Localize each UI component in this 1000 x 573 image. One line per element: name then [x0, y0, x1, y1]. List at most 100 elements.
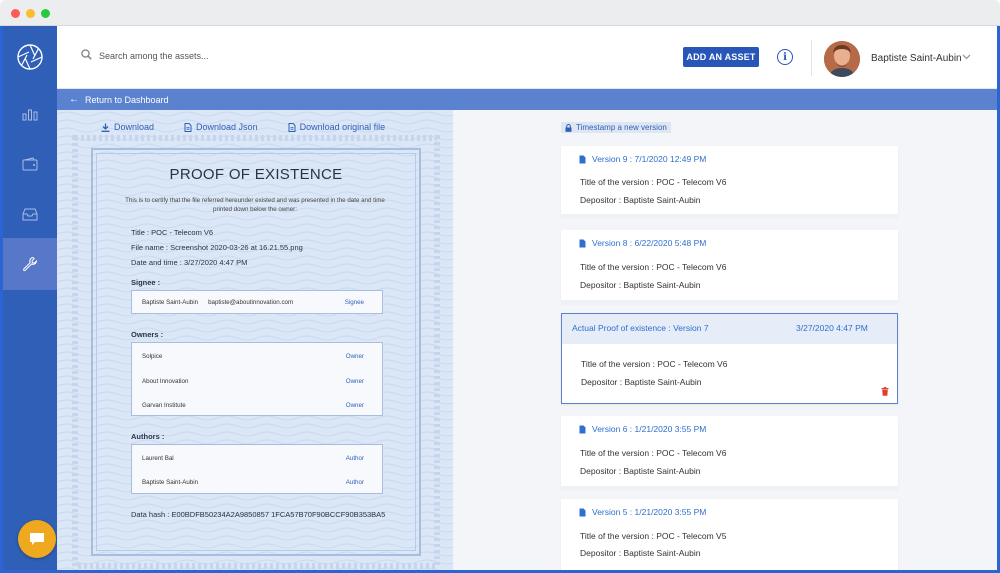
owner-name: Garvan Institute [142, 402, 186, 409]
list-item: Garvan Institute Owner [142, 402, 364, 409]
owner-name: Solpice [142, 353, 162, 360]
version-header: Version 5 : 1/21/2020 3:55 PM [579, 507, 706, 517]
owners-box: Solpice Owner About Innovation Owner Gar… [131, 342, 383, 416]
version-header: Version 6 : 1/21/2020 3:55 PM [579, 424, 706, 434]
list-item: Solpice Owner [142, 353, 364, 360]
author-name: Laurent Bal [142, 455, 174, 462]
sidebar-item-analytics[interactable] [3, 88, 57, 140]
version-depositor: Depositor : Baptiste Saint-Aubin [580, 548, 700, 558]
list-item: Laurent Bal Author [142, 455, 364, 462]
chat-button[interactable] [18, 520, 56, 558]
owner-role: Owner [346, 378, 364, 385]
document-icon [579, 155, 586, 164]
version-label: Version 5 : 1/21/2020 3:55 PM [592, 507, 706, 517]
certificate-title: PROOF OF EXISTENCE [93, 166, 419, 183]
owner-name: About Innovation [142, 378, 188, 385]
wrench-icon [22, 256, 38, 272]
certificate: PROOF OF EXISTENCE This is to certify th… [91, 148, 421, 556]
version-label: Version 6 : 1/21/2020 3:55 PM [592, 424, 706, 434]
timestamp-label: Timestamp a new version [576, 123, 667, 132]
authors-label: Authors : [131, 432, 164, 441]
search-input[interactable] [99, 47, 399, 65]
info-icon[interactable]: i [777, 49, 793, 65]
download-icon [101, 123, 110, 132]
signee-label: Signee : [131, 278, 160, 287]
version-depositor: Depositor : Baptiste Saint-Aubin [581, 377, 701, 387]
owners-label: Owners : [131, 330, 163, 339]
window-titlebar [0, 0, 1000, 26]
sidebar-item-inbox[interactable] [3, 188, 57, 240]
document-icon [184, 123, 192, 132]
card-separator [561, 486, 898, 491]
version-depositor: Depositor : Baptiste Saint-Aubin [580, 280, 700, 290]
current-version-card[interactable]: Actual Proof of existence : Version 7 3/… [561, 313, 898, 404]
search-icon [81, 49, 92, 60]
return-to-dashboard-link[interactable]: ← Return to Dashboard [57, 89, 997, 110]
download-original-label: Download original file [300, 122, 386, 132]
top-header: ADD AN ASSET i Baptiste Saint-Aubin [57, 26, 997, 89]
list-item: Baptiste Saint-Aubin Author [142, 479, 364, 486]
version-card[interactable]: Version 9 : 7/1/2020 12:49 PM Title of t… [561, 146, 898, 214]
avatar[interactable] [824, 41, 860, 77]
version-header: Version 9 : 7/1/2020 12:49 PM [579, 154, 706, 164]
document-icon [579, 239, 586, 248]
document-icon [579, 425, 586, 434]
signee-box: Baptiste Saint-Aubin baptiste@aboutinnov… [131, 290, 383, 314]
certificate-intro: This is to certify that the file referre… [123, 196, 387, 214]
cert-title-field: Title : POC - Telecom V6 [131, 228, 213, 237]
version-depositor: Depositor : Baptiste Saint-Aubin [580, 466, 700, 476]
add-asset-button[interactable]: ADD AN ASSET [683, 47, 759, 67]
download-original-link[interactable]: Download original file [288, 122, 386, 132]
version-title: Title of the version : POC - Telecom V6 [580, 448, 726, 458]
current-version-label: Actual Proof of existence : Version 7 [572, 323, 709, 333]
current-version-date: 3/27/2020 4:47 PM [796, 323, 868, 333]
download-json-link[interactable]: Download Json [184, 122, 258, 132]
return-label: Return to Dashboard [85, 95, 169, 105]
version-depositor: Depositor : Baptiste Saint-Aubin [580, 195, 700, 205]
document-icon [579, 508, 586, 517]
wallet-icon [22, 157, 38, 171]
download-links: Download Download Json Download original… [101, 122, 415, 132]
timestamp-new-version-button[interactable]: Timestamp a new version [561, 122, 671, 133]
version-card[interactable]: Version 6 : 1/21/2020 3:55 PM Title of t… [561, 416, 898, 486]
version-card[interactable]: Version 5 : 1/21/2020 3:55 PM Title of t… [561, 499, 898, 570]
close-window-button[interactable] [11, 9, 20, 18]
trash-icon[interactable] [881, 387, 889, 396]
signee-email: baptiste@aboutinnovation.com [208, 299, 293, 306]
versions-panel: Timestamp a new version Version 9 : 7/1/… [453, 110, 997, 570]
bar-chart-icon [22, 107, 38, 121]
author-role: Author [346, 479, 364, 486]
version-label: Version 8 : 6/22/2020 5:48 PM [592, 238, 706, 248]
authors-box: Laurent Bal Author Baptiste Saint-Aubin … [131, 444, 383, 494]
version-header: Version 8 : 6/22/2020 5:48 PM [579, 238, 706, 248]
author-role: Author [346, 455, 364, 462]
signee-role: Signee [345, 299, 364, 306]
signee-row: Baptiste Saint-Aubin baptiste@aboutinnov… [142, 299, 364, 306]
data-hash: Data hash : E00BDFB50234A2A9850857 1FCA5… [131, 510, 385, 519]
version-title: Title of the version : POC - Telecom V6 [580, 177, 726, 187]
cert-file-name-field: File name : Screenshot 2020-03-26 at 16.… [131, 243, 303, 252]
sidebar-item-wallet[interactable] [3, 138, 57, 190]
chat-icon [29, 532, 45, 546]
minimize-window-button[interactable] [26, 9, 35, 18]
user-name[interactable]: Baptiste Saint-Aubin [871, 53, 962, 64]
owner-role: Owner [346, 402, 364, 409]
maximize-window-button[interactable] [41, 9, 50, 18]
lock-icon [565, 124, 572, 132]
cert-date-field: Date and time : 3/27/2020 4:47 PM [131, 258, 247, 267]
header-divider [811, 40, 812, 76]
sidebar-item-tools[interactable] [3, 238, 57, 290]
card-separator [561, 300, 898, 305]
download-label: Download [114, 122, 154, 132]
signee-name: Baptiste Saint-Aubin [142, 299, 198, 306]
version-title: Title of the version : POC - Telecom V6 [581, 359, 727, 369]
download-json-label: Download Json [196, 122, 258, 132]
chevron-down-icon[interactable] [962, 54, 971, 60]
inbox-icon [22, 207, 38, 221]
certificate-panel: Download Download Json Download original… [57, 110, 453, 570]
download-link[interactable]: Download [101, 122, 154, 132]
version-title: Title of the version : POC - Telecom V5 [580, 531, 726, 541]
author-name: Baptiste Saint-Aubin [142, 479, 198, 486]
version-card[interactable]: Version 8 : 6/22/2020 5:48 PM Title of t… [561, 230, 898, 300]
aperture-logo-icon[interactable] [3, 26, 57, 88]
